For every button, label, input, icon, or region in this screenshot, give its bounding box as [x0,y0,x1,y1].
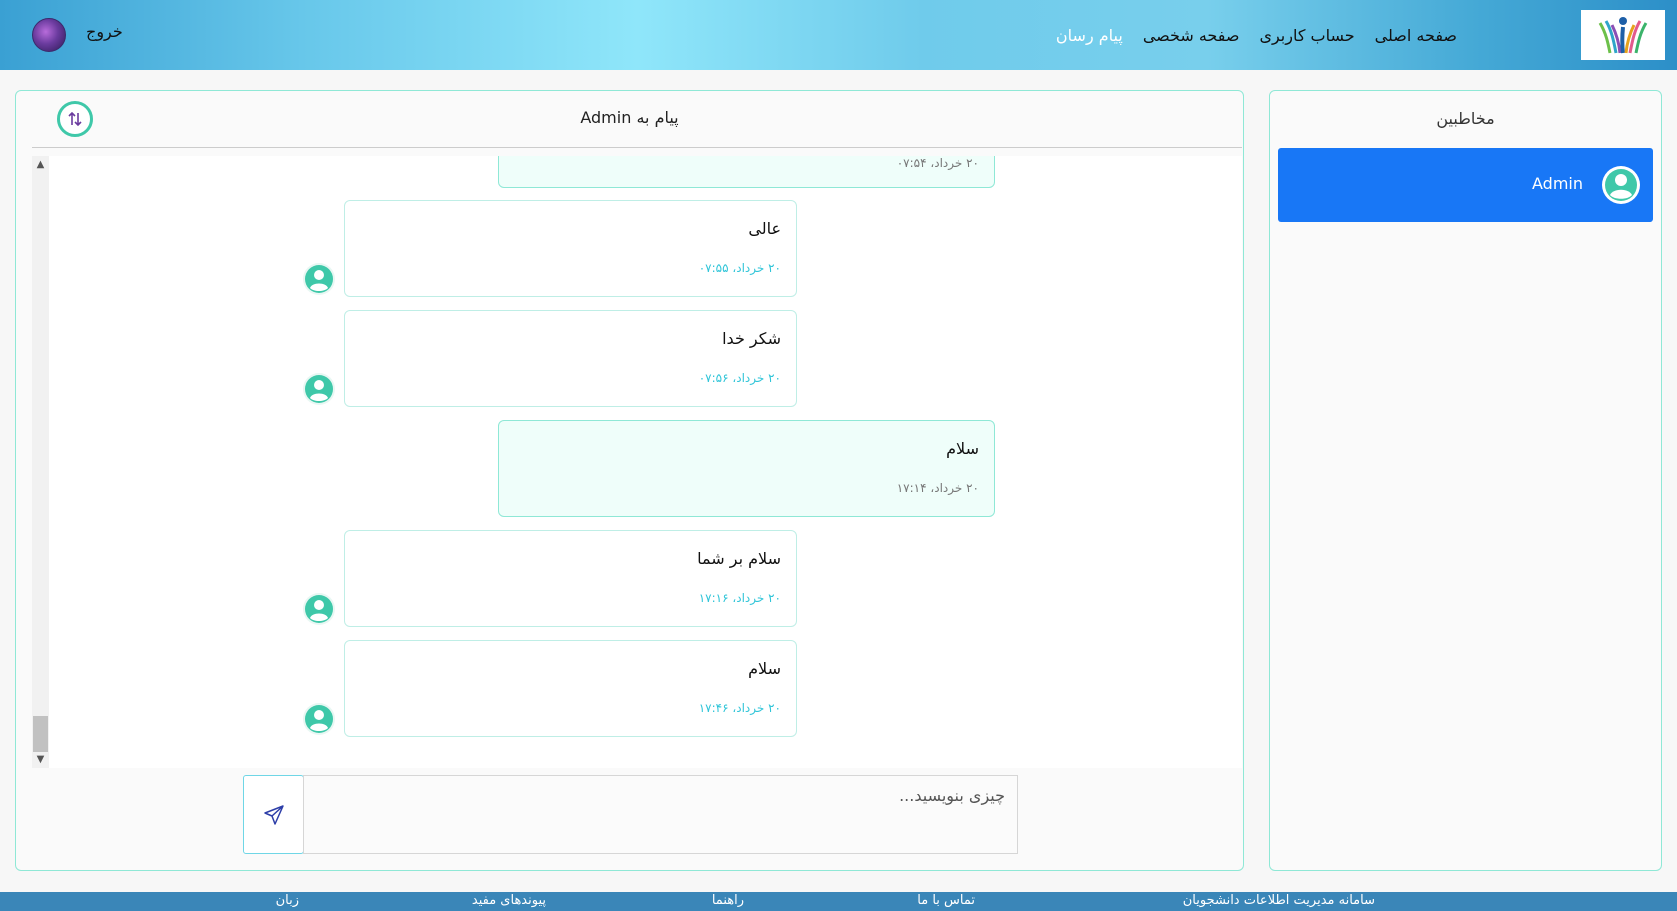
user-circle-icon [303,373,335,405]
swap-vertical-icon [68,111,82,127]
footer-link-system[interactable]: سامانه مدیریت اطلاعات دانشجویان [1183,893,1375,908]
scroll-down-icon[interactable]: ▼ [32,751,49,768]
user-circle-icon [303,263,335,295]
footer-link-help[interactable]: راهنما [712,893,744,908]
footer: سامانه مدیریت اطلاعات دانشجویان تماس با … [0,892,1677,911]
message-composer [243,775,1018,854]
user-circle-icon [303,593,335,625]
nav-account[interactable]: حساب کاربری [1259,26,1354,45]
chat-title: پیام به Admin [580,108,679,127]
footer-link-contact[interactable]: تماس با ما [917,893,975,908]
message-text: شکر خدا [722,329,781,348]
message-bubble-theirs: سلام ۲۰ خرداد، ۱۷:۴۶ [344,640,797,737]
footer-link-language[interactable]: زبان [276,893,299,908]
message-bubble-theirs: سلام بر شما ۲۰ خرداد، ۱۷:۱۶ [344,530,797,627]
logout-link[interactable]: خروج [86,22,123,41]
chat-panel: پیام به Admin ▲ ▼ ۲۰ خرداد، ۰۷:۵۴ عالی ۲… [15,90,1244,871]
message-bubble-mine: سلام ۲۰ خرداد، ۱۷:۱۴ [498,420,995,517]
message-time: ۲۰ خرداد، ۱۷:۱۴ [896,481,979,495]
contacts-panel: مخاطبین Admin [1269,90,1662,871]
nav-profile[interactable]: صفحه شخصی [1143,26,1240,45]
message-time: ۲۰ خرداد، ۰۷:۵۶ [698,371,781,385]
message-time: ۲۰ خرداد، ۰۷:۵۴ [896,156,979,170]
send-icon [263,804,284,825]
user-circle-icon [303,703,335,735]
message-bubble-theirs: شکر خدا ۲۰ خرداد، ۰۷:۵۶ [344,310,797,407]
top-navbar: صفحه اصلی حساب کاربری صفحه شخصی پیام رسا… [0,0,1677,70]
message-text: سلام [946,439,979,458]
message-text: سلام بر شما [697,549,781,568]
message-bubble-theirs: عالی ۲۰ خرداد، ۰۷:۵۵ [344,200,797,297]
nav-home[interactable]: صفحه اصلی [1375,26,1457,45]
message-time: ۲۰ خرداد، ۰۷:۵۵ [698,261,781,275]
scroll-thumb[interactable] [33,716,48,752]
contact-name: Admin [1532,174,1583,193]
message-bubble-mine: ۲۰ خرداد، ۰۷:۵۴ [498,156,995,188]
people-reaching-logo-icon [1598,17,1648,54]
user-avatar-icon[interactable] [32,18,66,52]
main-nav: صفحه اصلی حساب کاربری صفحه شخصی پیام رسا… [1056,0,1457,70]
swap-sort-button[interactable] [57,101,93,137]
message-list[interactable]: ▲ ▼ ۲۰ خرداد، ۰۷:۵۴ عالی ۲۰ خرداد، ۰۷:۵۵… [32,156,1242,768]
message-time: ۲۰ خرداد، ۱۷:۴۶ [698,701,781,715]
message-input[interactable] [303,775,1018,854]
send-button[interactable] [243,775,304,854]
nav-messenger[interactable]: پیام رسان [1056,26,1123,45]
footer-link-useful[interactable]: پیوندهای مفید [472,893,546,908]
contacts-title: مخاطبین [1436,109,1495,128]
message-scrollbar[interactable]: ▲ ▼ [32,156,49,768]
contact-item-admin[interactable]: Admin [1278,148,1653,222]
message-text: سلام [748,659,781,678]
chat-header: پیام به Admin [32,91,1242,148]
message-time: ۲۰ خرداد، ۱۷:۱۶ [698,591,781,605]
scroll-up-icon[interactable]: ▲ [32,156,49,173]
user-circle-icon [1602,166,1640,204]
message-text: عالی [748,219,781,238]
site-logo[interactable] [1581,10,1665,60]
